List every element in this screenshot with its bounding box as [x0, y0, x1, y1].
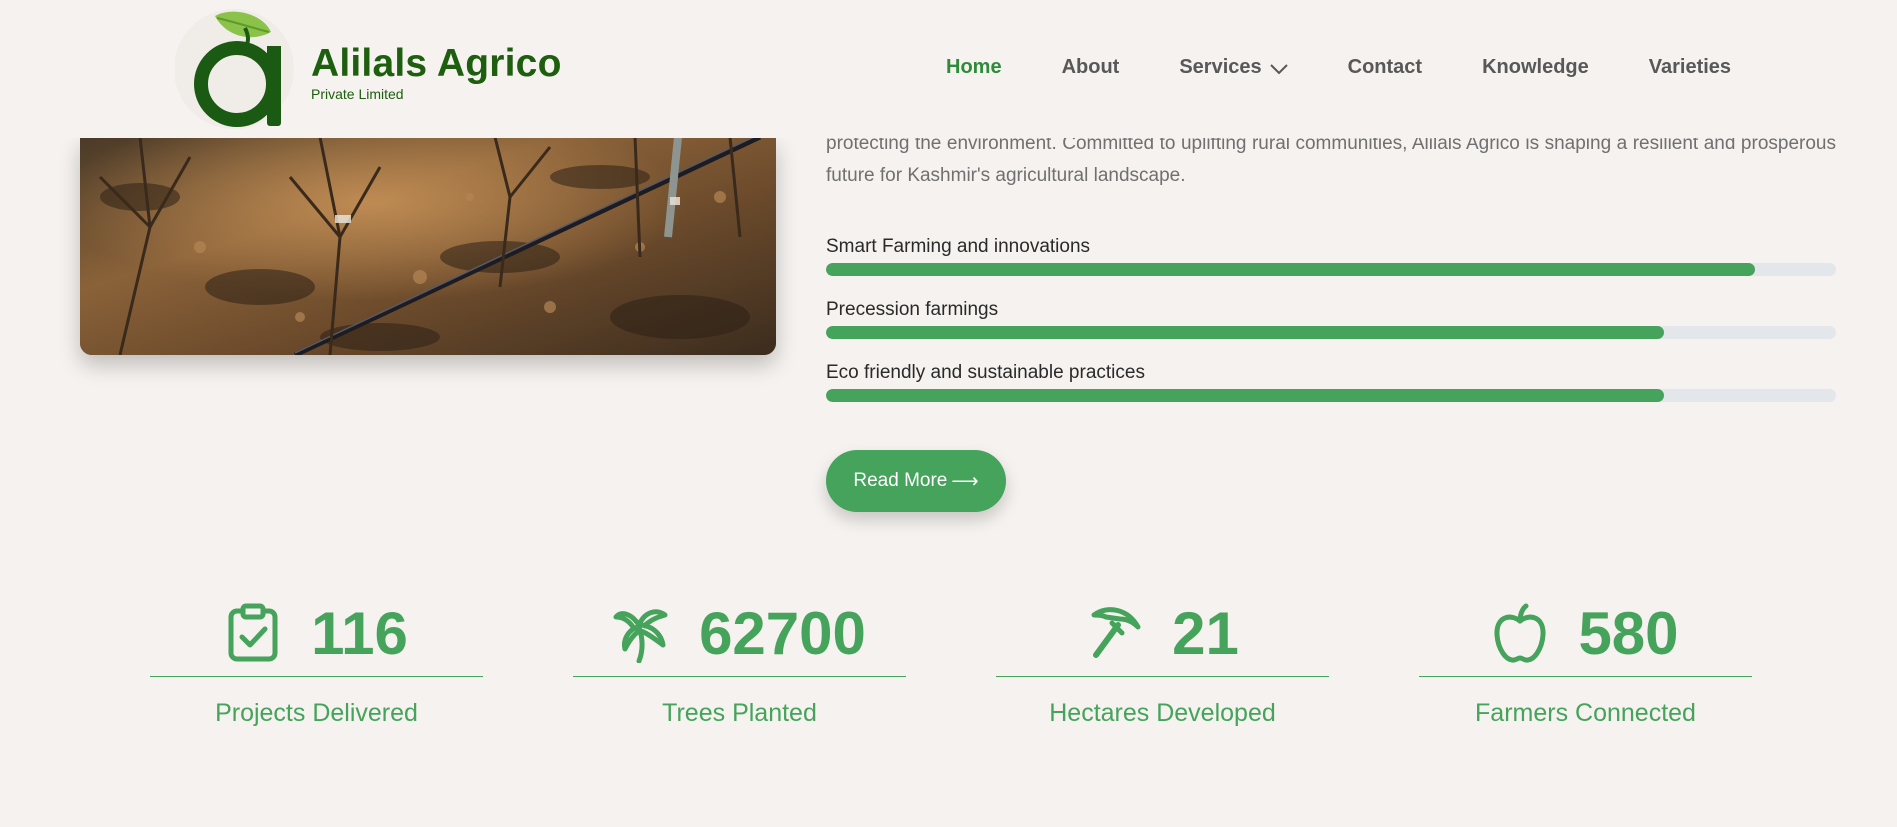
brand-name: Alilals Agrico — [311, 42, 562, 85]
stat-number: 21 — [1172, 599, 1239, 667]
skill-label: Smart Farming and innovations — [826, 236, 1091, 257]
brand-subtitle: Private Limited — [311, 86, 404, 102]
read-more-button[interactable]: Read More ⟶ — [826, 450, 1006, 512]
skill-label: Precession farmings — [826, 299, 999, 320]
stat-label: Projects Delivered — [215, 699, 418, 727]
read-more-label: Read More — [853, 470, 948, 491]
nav-item-varieties[interactable]: Varieties — [1649, 56, 1731, 79]
stat-trees-planted: 62700 Trees Planted — [573, 590, 906, 750]
skill-item: Smart Farming and innovations — [826, 235, 1836, 276]
nav-item-services[interactable]: Services — [1179, 56, 1288, 79]
site-header: Alilals Agrico Private Limited Home Abou… — [0, 0, 1897, 138]
skill-progress-fill — [826, 326, 1665, 339]
nav-item-knowledge[interactable]: Knowledge — [1482, 56, 1589, 79]
stat-number: 580 — [1578, 599, 1679, 667]
chevron-down-icon — [1269, 63, 1288, 74]
stat-divider — [573, 676, 906, 677]
stats-section: 116 Projects Delivered 62700 Trees Plant… — [150, 590, 1752, 750]
skills-list: Smart Farming and innovations Precession… — [826, 235, 1836, 424]
skill-progress-track — [826, 326, 1836, 339]
logo-mark-icon — [174, 8, 297, 130]
stat-divider — [150, 676, 483, 677]
stat-divider — [996, 676, 1329, 677]
stat-projects-delivered: 116 Projects Delivered — [150, 590, 483, 750]
orchard-photo — [80, 137, 776, 355]
nav-item-about[interactable]: About — [1062, 56, 1120, 79]
orchard-photo-image — [80, 137, 776, 355]
brand-logo-link[interactable]: Alilals Agrico Private Limited — [174, 8, 562, 130]
clipboard-check-icon — [228, 603, 278, 662]
skill-progress-track — [826, 389, 1836, 402]
stat-number: 62700 — [699, 599, 866, 667]
brand-text: Alilals Agrico Private Limited — [311, 42, 562, 102]
nav-item-contact[interactable]: Contact — [1348, 56, 1422, 79]
arrow-right-icon: ⟶ — [951, 470, 979, 492]
stat-label: Farmers Connected — [1475, 699, 1696, 727]
skill-progress-fill — [826, 263, 1756, 276]
stat-label: Trees Planted — [662, 699, 817, 727]
stat-divider — [1419, 676, 1752, 677]
main-nav: Home About Services Contact Knowledge Va… — [946, 56, 1731, 79]
palm-tree-icon — [613, 609, 668, 663]
stat-hectares-developed: 21 Hectares Developed — [996, 590, 1329, 750]
stat-farmers-connected: 580 Farmers Connected — [1419, 590, 1752, 750]
skill-progress-fill — [826, 389, 1665, 402]
nav-item-services-label: Services — [1179, 56, 1262, 78]
skill-label: Eco friendly and sustainable practices — [826, 362, 1145, 383]
stat-number: 116 — [311, 599, 408, 667]
apple-icon — [1494, 603, 1546, 663]
nav-item-home[interactable]: Home — [946, 56, 1002, 79]
pickaxe-icon — [1091, 607, 1141, 658]
skill-progress-track — [826, 263, 1836, 276]
skill-item: Eco friendly and sustainable practices — [826, 361, 1836, 402]
skill-item: Precession farmings — [826, 298, 1836, 339]
stat-label: Hectares Developed — [1049, 699, 1276, 727]
